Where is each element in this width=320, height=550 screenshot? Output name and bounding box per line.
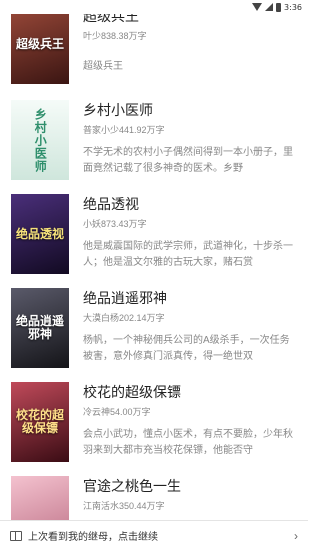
book-description: 会点小武功，懂点小医术，有点不要脸，少年秋羽来到大都市充当校花保镖，他能否守 [83, 429, 293, 456]
cover-title: 乡村小医师 [33, 107, 48, 173]
book-description: 超级兵王 [83, 61, 123, 72]
book-item[interactable]: 校花的超级保镖 校花的超级保镖 冷云神54.00万字 会点小武功，懂点小医术，有… [0, 376, 308, 470]
book-title[interactable]: 绝品透视 [83, 194, 139, 214]
book-title[interactable]: 绝品逍遥邪神 [83, 288, 167, 308]
status-time: 3:36 [284, 2, 302, 12]
cover-title: 校花的超级保镖 [15, 408, 64, 435]
status-indicators: 3:36 [252, 1, 302, 13]
book-title[interactable]: 乡村小医师 [83, 100, 153, 120]
continue-reading-bar[interactable]: 上次看到我的继母，点击继续 › [0, 520, 308, 550]
cover-title: 绝品透视 [15, 226, 64, 241]
book-title[interactable]: 校花的超级保镖 [83, 382, 181, 402]
book-author-size: 冷云神54.00万字 [83, 407, 151, 417]
book-list[interactable]: 超级兵王 超级兵王 叶少838.38万字 超级兵王 乡村小医师 乡村小医师 普家… [0, 0, 308, 520]
signal-icon [265, 3, 274, 11]
book-description: 他是威震国际的武学宗师，武道神化，十步杀一人；他是温文尔雅的古玩大家，赌石赏 [83, 241, 293, 268]
status-bar: 3:36 [0, 0, 308, 14]
book-cover[interactable]: 绝品透视 [11, 194, 69, 274]
book-icon [10, 530, 22, 541]
book-cover[interactable]: 超级兵王 [11, 4, 69, 84]
book-author-size: 江南活水350.44万字 [83, 501, 165, 511]
book-cover[interactable]: 绝品逍遥邪神 [11, 288, 69, 368]
book-title[interactable]: 官途之桃色一生 [83, 476, 181, 496]
book-description: 杨帆，一个神秘佣兵公司的A级杀手，一次任务被害，意外修真门派真传，得一绝世双 [83, 335, 290, 362]
cover-title: 超级兵王 [15, 36, 64, 51]
book-author-size: 叶少838.38万字 [83, 31, 147, 41]
book-cover[interactable]: 校花的超级保镖 [11, 382, 69, 462]
book-author-size: 大漠白杨202.14万字 [83, 313, 165, 323]
book-item[interactable]: 官途之桃色一生 江南活水350.44万字 [0, 470, 308, 520]
book-cover[interactable] [11, 476, 69, 520]
cover-title: 绝品逍遥邪神 [15, 314, 64, 341]
book-description: 不学无术的农村小子偶然间得到一本小册子，里面竟然记载了很多神奇的医术。乡野 [83, 147, 293, 174]
wifi-icon [252, 3, 263, 11]
continue-reading-text[interactable]: 上次看到我的继母，点击继续 [28, 528, 294, 543]
book-cover[interactable]: 乡村小医师 [11, 100, 69, 180]
cover-title [38, 514, 42, 518]
book-author-size: 小妖873.43万字 [83, 219, 147, 229]
battery-icon [276, 2, 282, 12]
book-author-size: 普家小少441.92万字 [83, 125, 165, 135]
book-item[interactable]: 乡村小医师 乡村小医师 普家小少441.92万字 不学无术的农村小子偶然间得到一… [0, 94, 308, 188]
book-item[interactable]: 绝品逍遥邪神 绝品逍遥邪神 大漠白杨202.14万字 杨帆，一个神秘佣兵公司的A… [0, 282, 308, 376]
book-item[interactable]: 绝品透视 绝品透视 小妖873.43万字 他是威震国际的武学宗师，武道神化，十步… [0, 188, 308, 282]
chevron-right-icon[interactable]: › [294, 529, 298, 543]
